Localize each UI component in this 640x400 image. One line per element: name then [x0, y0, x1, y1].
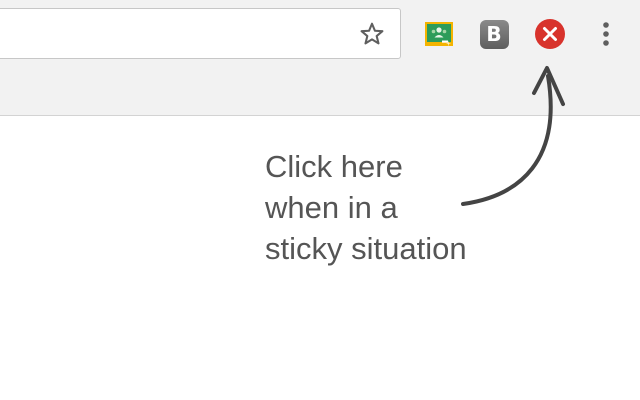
browser-toolbar: + B	[0, 0, 640, 116]
close-circle-icon	[535, 19, 565, 49]
annotation-line: when in a	[265, 190, 398, 225]
annotation-text: Click here when in a sticky situation	[265, 146, 467, 269]
bookmark-star-button[interactable]	[356, 18, 388, 50]
svg-text:+: +	[446, 41, 451, 48]
more-vert-icon	[603, 22, 609, 46]
annotation-line: Click here	[265, 149, 403, 184]
b-extension-icon: B	[479, 19, 509, 49]
classroom-extension-button[interactable]: +	[423, 18, 455, 50]
annotation-line: sticky situation	[265, 231, 467, 266]
address-bar[interactable]	[0, 8, 401, 59]
b-extension-button[interactable]: B	[478, 18, 510, 50]
sticky-close-extension-button[interactable]	[534, 18, 566, 50]
google-classroom-icon: +	[425, 22, 453, 48]
browser-menu-button[interactable]	[592, 16, 620, 52]
star-icon	[360, 22, 384, 45]
